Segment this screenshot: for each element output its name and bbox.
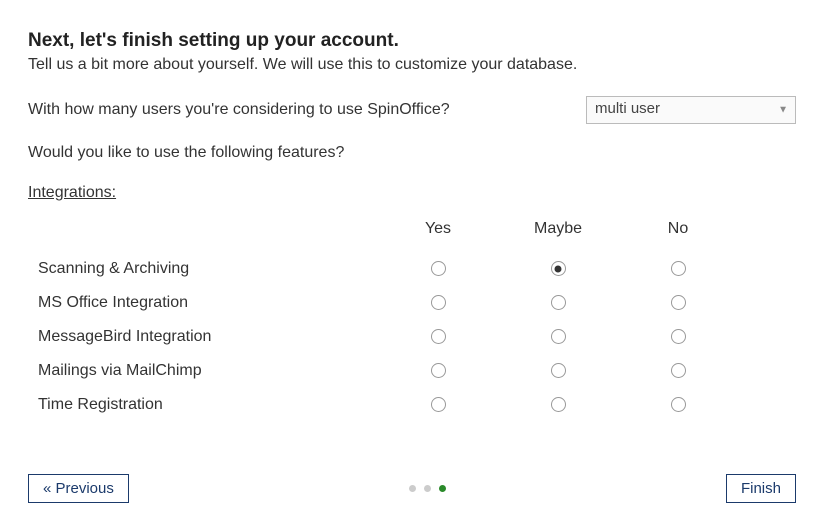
page-subheading: Tell us a bit more about yourself. We wi…: [28, 56, 796, 74]
radio-option[interactable]: [431, 397, 446, 412]
radio-cell: [378, 294, 498, 312]
radio-cell: [498, 260, 618, 278]
radio-option[interactable]: [671, 363, 686, 378]
row-label: MessageBird Integration: [28, 328, 378, 346]
options-row: MS Office Integration: [28, 286, 796, 320]
radio-option[interactable]: [551, 397, 566, 412]
options-row: MessageBird Integration: [28, 320, 796, 354]
row-label: MS Office Integration: [28, 294, 378, 312]
pagination-dot[interactable]: [409, 485, 416, 492]
users-select-wrap: multi user ▼: [586, 96, 796, 124]
radio-cell: [618, 260, 738, 278]
radio-cell: [378, 396, 498, 414]
radio-option[interactable]: [431, 261, 446, 276]
previous-button[interactable]: « Previous: [28, 474, 129, 503]
column-yes: Yes: [378, 220, 498, 238]
radio-option[interactable]: [431, 329, 446, 344]
row-label: Time Registration: [28, 396, 378, 414]
radio-option[interactable]: [671, 397, 686, 412]
wizard-footer: « Previous Finish: [28, 474, 796, 503]
radio-cell: [498, 396, 618, 414]
radio-option[interactable]: [551, 363, 566, 378]
radio-cell: [498, 328, 618, 346]
integrations-section-title: Integrations:: [28, 184, 796, 202]
column-no: No: [618, 220, 738, 238]
finish-button[interactable]: Finish: [726, 474, 796, 503]
features-question: Would you like to use the following feat…: [28, 144, 796, 162]
radio-option[interactable]: [431, 295, 446, 310]
column-maybe: Maybe: [498, 220, 618, 238]
row-label: Mailings via MailChimp: [28, 362, 378, 380]
radio-cell: [618, 396, 738, 414]
options-row: Time Registration: [28, 388, 796, 422]
radio-option[interactable]: [671, 261, 686, 276]
radio-option[interactable]: [551, 295, 566, 310]
radio-cell: [378, 328, 498, 346]
radio-cell: [618, 362, 738, 380]
users-select[interactable]: multi user: [586, 96, 796, 124]
radio-option[interactable]: [671, 329, 686, 344]
users-question-row: With how many users you're considering t…: [28, 96, 796, 124]
options-row: Scanning & Archiving: [28, 252, 796, 286]
options-header: Yes Maybe No: [28, 220, 796, 238]
radio-cell: [618, 328, 738, 346]
radio-cell: [378, 260, 498, 278]
page-heading: Next, let's finish setting up your accou…: [28, 30, 796, 52]
pagination-dot[interactable]: [424, 485, 431, 492]
row-label: Scanning & Archiving: [28, 260, 378, 278]
radio-option[interactable]: [431, 363, 446, 378]
radio-cell: [498, 362, 618, 380]
radio-option[interactable]: [671, 295, 686, 310]
integrations-grid: Yes Maybe No Scanning & Archiving MS Offi…: [28, 220, 796, 422]
users-question-text: With how many users you're considering t…: [28, 101, 450, 119]
radio-cell: [498, 294, 618, 312]
radio-option[interactable]: [551, 329, 566, 344]
radio-cell: [618, 294, 738, 312]
radio-option[interactable]: [551, 261, 566, 276]
radio-cell: [378, 362, 498, 380]
pagination-dot[interactable]: [439, 485, 446, 492]
options-row: Mailings via MailChimp: [28, 354, 796, 388]
pagination-dots: [409, 485, 446, 492]
